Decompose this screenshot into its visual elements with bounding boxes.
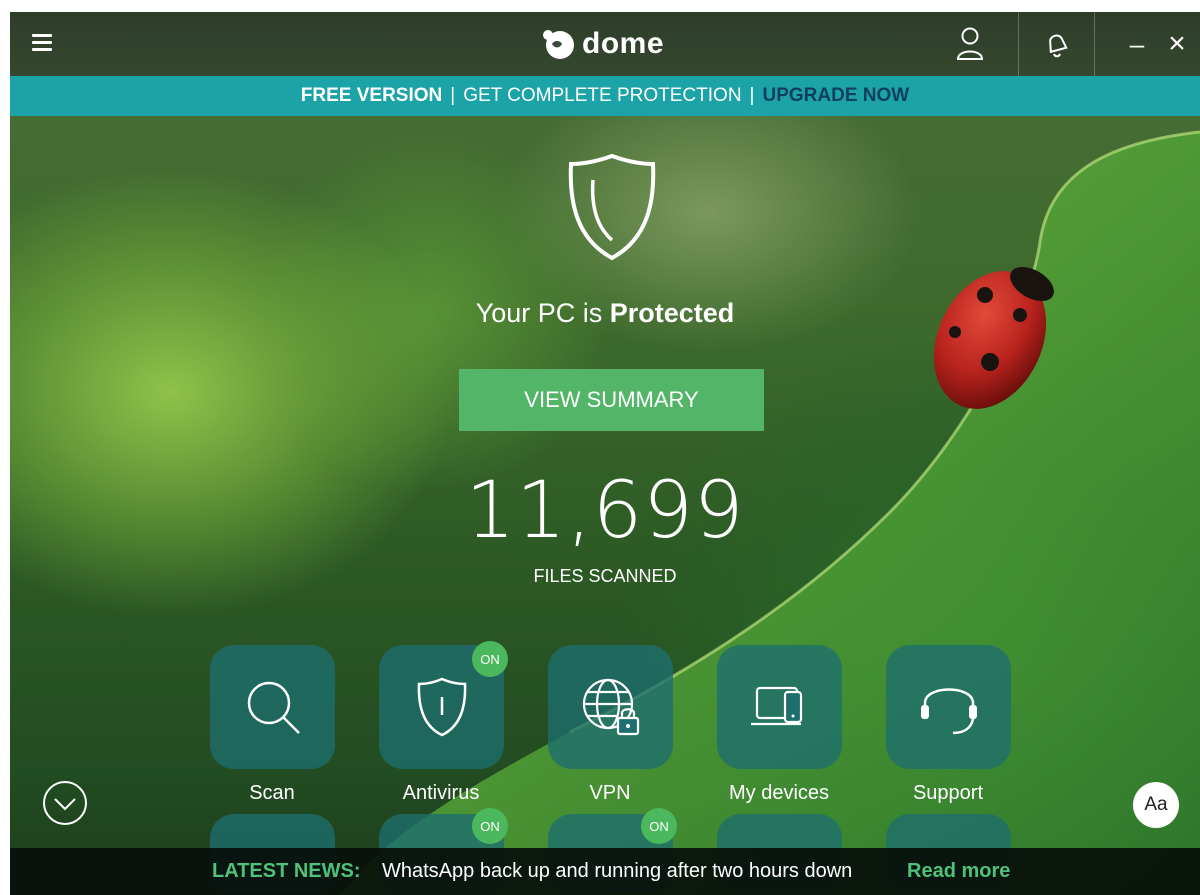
notifications-button[interactable] — [1022, 12, 1092, 76]
read-more-link[interactable]: Read more — [907, 860, 1010, 883]
upgrade-banner: FREE VERSION | GET COMPLETE PROTECTION |… — [10, 76, 1200, 116]
panda-logo-icon — [543, 30, 574, 59]
news-bar: LATEST NEWS: WhatsApp back up and runnin… — [10, 848, 1200, 895]
account-button[interactable] — [940, 12, 1000, 76]
free-version-label: FREE VERSION — [300, 85, 443, 106]
title-bar: dome – × — [10, 12, 1200, 76]
banner-message: GET COMPLETE PROTECTION — [463, 85, 742, 106]
devices-icon — [750, 686, 802, 726]
status-state: Protected — [609, 298, 735, 328]
shield-icon — [417, 677, 466, 737]
status-prefix: Your PC is — [475, 298, 603, 328]
news-headline: WhatsApp back up and running after two h… — [382, 860, 853, 882]
protection-status: Your PC is Protected — [10, 298, 1200, 329]
magnifier-icon — [247, 681, 300, 734]
files-scanned-label: FILES SCANNED — [533, 566, 677, 586]
support-label: Support — [912, 782, 984, 804]
tile-row2-2-on-badge: ON — [472, 808, 508, 844]
title-bar-divider — [1018, 12, 1019, 76]
files-scanned-count: 11,699 — [465, 466, 745, 556]
support-tile[interactable] — [886, 645, 1011, 769]
minimize-icon: – — [1129, 28, 1145, 59]
app-window: dome – × FREE VERSION | GET COMPLETE PRO… — [10, 12, 1200, 895]
close-button[interactable]: × — [1158, 12, 1196, 76]
headset-icon — [920, 688, 977, 735]
font-size-button[interactable]: Aa — [1133, 782, 1179, 828]
banner-separator: | — [450, 85, 456, 106]
tile-row2-3-on-badge: ON — [641, 808, 677, 844]
hamburger-menu-icon[interactable] — [32, 34, 52, 52]
bell-icon — [1049, 34, 1068, 58]
vpn-tile[interactable] — [548, 645, 673, 769]
dome-logo: dome — [540, 24, 664, 64]
close-icon: × — [1168, 27, 1186, 60]
title-bar-divider — [1094, 12, 1095, 76]
upgrade-now-link[interactable]: UPGRADE NOW — [762, 85, 909, 107]
view-summary-button[interactable]: VIEW SUMMARY — [459, 369, 764, 431]
app-name: dome — [582, 27, 665, 60]
my-devices-tile[interactable] — [717, 645, 842, 769]
antivirus-on-badge: ON — [472, 641, 508, 677]
chevron-down-icon[interactable] — [42, 780, 88, 826]
banner-separator: | — [749, 85, 755, 106]
minimize-button[interactable]: – — [1120, 12, 1154, 76]
news-label: LATEST NEWS: — [212, 860, 361, 882]
user-icon — [956, 27, 984, 60]
globe-lock-icon — [582, 678, 639, 736]
shield-icon — [568, 153, 656, 261]
scan-tile[interactable] — [210, 645, 335, 769]
